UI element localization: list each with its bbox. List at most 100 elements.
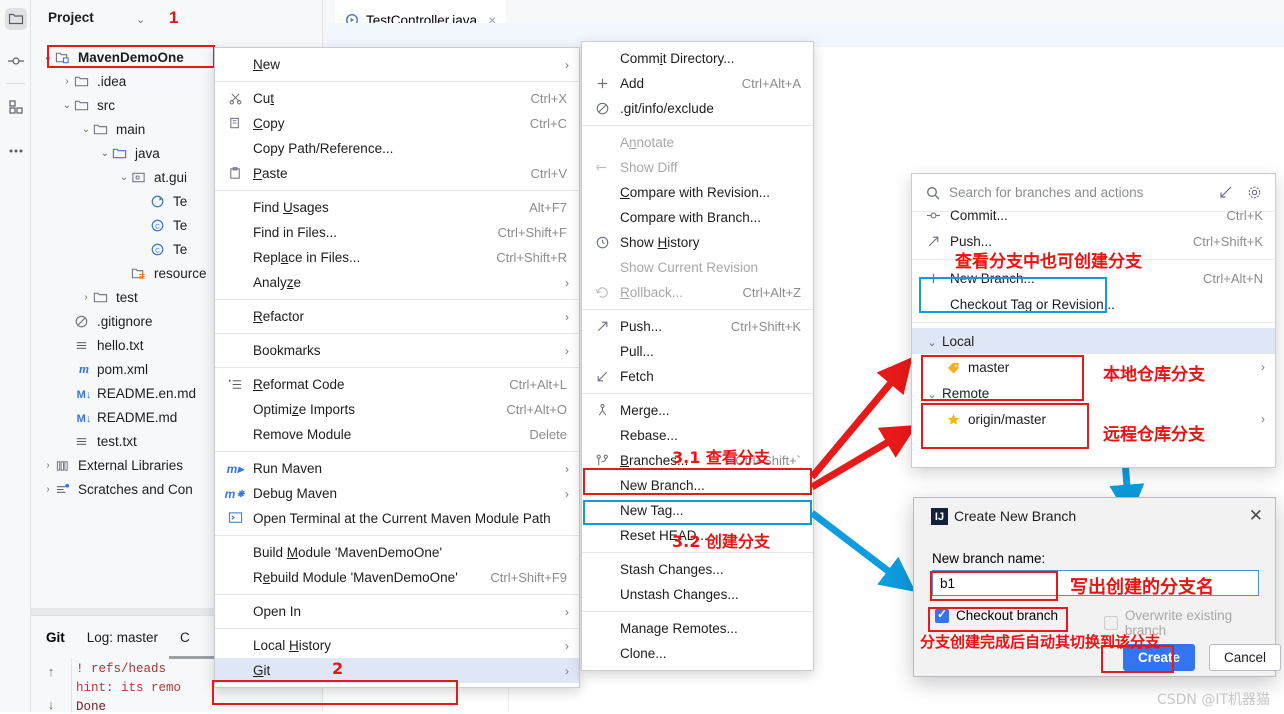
menu-item-clone[interactable]: Clone... bbox=[582, 641, 813, 666]
tree-node-test[interactable]: › test bbox=[79, 285, 137, 309]
menu-item-refactor[interactable]: Refactor › bbox=[215, 304, 579, 329]
left-tool-rail bbox=[0, 0, 31, 712]
chevron-right-icon: › bbox=[1261, 412, 1265, 426]
svg-text:C: C bbox=[155, 223, 160, 230]
expand-icon[interactable] bbox=[1219, 185, 1233, 199]
tree-node-scratches-and-con[interactable]: › Scratches and Con bbox=[41, 477, 193, 501]
tree-node-mavendemoone[interactable]: ⌄ MavenDemoOne bbox=[41, 45, 184, 69]
tree-node-src[interactable]: ⌄ src bbox=[60, 93, 115, 117]
menu-item-replace-in-files[interactable]: Replace in Files... Ctrl+Shift+R bbox=[215, 245, 579, 270]
menu-item-compare-with-revision[interactable]: Compare with Revision... bbox=[582, 180, 813, 205]
branches-item-local[interactable]: ⌄ Local bbox=[912, 328, 1275, 354]
branches-item-remote[interactable]: ⌄ Remote bbox=[912, 380, 1275, 406]
page-title: Project bbox=[48, 10, 94, 25]
git-tab-label[interactable]: Git bbox=[46, 630, 65, 645]
search-input[interactable]: Search for branches and actions bbox=[949, 185, 1143, 200]
twisty-icon[interactable]: ⌄ bbox=[60, 100, 74, 111]
commit-icon[interactable] bbox=[5, 50, 27, 72]
twisty-icon[interactable]: ⌄ bbox=[41, 52, 55, 63]
checkout-branch-checkbox[interactable]: Checkout branch bbox=[935, 607, 1058, 623]
chevron-down-icon[interactable]: ⌄ bbox=[136, 13, 145, 26]
scissors-icon bbox=[227, 91, 243, 106]
menu-item-find-usages[interactable]: Find Usages Alt+F7 bbox=[215, 195, 579, 220]
tree-node-hello-txt[interactable]: hello.txt bbox=[60, 333, 144, 357]
branches-item-master[interactable]: master › bbox=[912, 354, 1275, 380]
twisty-icon[interactable]: ⌄ bbox=[117, 172, 131, 183]
tree-node--gitignore[interactable]: .gitignore bbox=[60, 309, 153, 333]
structure-icon[interactable] bbox=[5, 96, 27, 118]
menu-item-copy[interactable]: Copy Ctrl+C bbox=[215, 111, 579, 136]
branches-item-shortcut: Ctrl+Shift+K bbox=[1192, 233, 1263, 249]
branches-item-commit[interactable]: Commit... Ctrl+K bbox=[912, 202, 1275, 228]
menu-item-git[interactable]: Git › bbox=[215, 658, 579, 683]
menu-item-open-terminal-at-the-current-maven-module-path[interactable]: Open Terminal at the Current Maven Modul… bbox=[215, 506, 579, 531]
tree-node--idea[interactable]: › .idea bbox=[60, 69, 126, 93]
more-icon[interactable] bbox=[5, 140, 27, 162]
menu-item-local-history[interactable]: Local History › bbox=[215, 633, 579, 658]
tree-node-resource[interactable]: resource bbox=[117, 261, 207, 285]
menu-item-bookmarks[interactable]: Bookmarks › bbox=[215, 338, 579, 363]
twisty-icon[interactable]: › bbox=[60, 76, 74, 87]
menu-item-rebuild-module-mavendemoone[interactable]: Rebuild Module 'MavenDemoOne' Ctrl+Shift+… bbox=[215, 565, 579, 590]
tree-node-te[interactable]: C Te bbox=[136, 213, 187, 237]
git-log-tab[interactable]: Log: master bbox=[87, 630, 158, 645]
twisty-icon[interactable]: › bbox=[41, 484, 55, 495]
menu-item-merge[interactable]: Merge... bbox=[582, 398, 813, 423]
menu-item-analyze[interactable]: Analyze › bbox=[215, 270, 579, 295]
arrow-down-icon[interactable]: ↓ bbox=[48, 697, 55, 712]
tree-node-readme-en-md[interactable]: M↓ README.en.md bbox=[60, 381, 196, 405]
menu-item-add[interactable]: Add Ctrl+Alt+A bbox=[582, 71, 813, 96]
tree-node-pom-xml[interactable]: m pom.xml bbox=[60, 357, 148, 381]
menu-item--git-info-exclude[interactable]: .git/info/exclude bbox=[582, 96, 813, 121]
menu-item-optimize-imports[interactable]: Optimize Imports Ctrl+Alt+O bbox=[215, 397, 579, 422]
twisty-icon[interactable]: › bbox=[41, 460, 55, 471]
menu-item-fetch[interactable]: Fetch bbox=[582, 364, 813, 389]
menu-item-find-in-files[interactable]: Find in Files... Ctrl+Shift+F bbox=[215, 220, 579, 245]
git-console-tab[interactable]: C bbox=[180, 630, 190, 645]
menu-item-cut[interactable]: Cut Ctrl+X bbox=[215, 86, 579, 111]
menu-item-label: Copy bbox=[253, 116, 285, 131]
menu-item-compare-with-branch[interactable]: Compare with Branch... bbox=[582, 205, 813, 230]
menu-item-commit-directory[interactable]: Commit Directory... bbox=[582, 46, 813, 71]
tree-node-test-txt[interactable]: test.txt bbox=[60, 429, 137, 453]
arrow-up-icon[interactable]: ↑ bbox=[48, 664, 55, 679]
library-icon bbox=[55, 458, 75, 473]
menu-item-unstash-changes[interactable]: Unstash Changes... bbox=[582, 582, 813, 607]
tree-node-te[interactable]: C Te bbox=[136, 237, 187, 261]
tree-node-main[interactable]: ⌄ main bbox=[79, 117, 145, 141]
menu-item-pull[interactable]: Pull... bbox=[582, 339, 813, 364]
twisty-icon[interactable]: ⌄ bbox=[79, 124, 93, 135]
menu-item-new-branch[interactable]: New Branch... bbox=[582, 473, 813, 498]
tree-node-readme-md[interactable]: M↓ README.md bbox=[60, 405, 178, 429]
folder-icon[interactable] bbox=[5, 8, 27, 30]
menu-item-copy-path-reference[interactable]: Copy Path/Reference... bbox=[215, 136, 579, 161]
twisty-icon[interactable]: › bbox=[79, 292, 93, 303]
tree-node-java[interactable]: ⌄ java bbox=[98, 141, 160, 165]
folder-icon bbox=[74, 98, 94, 113]
menu-item-debug-maven[interactable]: m⁕ Debug Maven › bbox=[215, 481, 579, 506]
gear-icon[interactable] bbox=[1247, 185, 1262, 200]
tree-node-at-gui[interactable]: ⌄ at.gui bbox=[117, 165, 187, 189]
menu-item-build-module-mavendemoone[interactable]: Build Module 'MavenDemoOne' bbox=[215, 540, 579, 565]
cancel-button[interactable]: Cancel bbox=[1209, 644, 1281, 671]
menu-item-push[interactable]: Push... Ctrl+Shift+K bbox=[582, 314, 813, 339]
branches-item-origin-master[interactable]: origin/master › bbox=[912, 406, 1275, 432]
menu-item-show-history[interactable]: Show History bbox=[582, 230, 813, 255]
tree-node-external-libraries[interactable]: › External Libraries bbox=[41, 453, 183, 477]
tree-node-te[interactable]: Te bbox=[136, 189, 187, 213]
annotation-step-3-2: 3.2 创建分支 bbox=[672, 532, 770, 551]
branches-item-checkout-tag-or-revision[interactable]: Checkout Tag or Revision... bbox=[912, 291, 1275, 317]
close-icon[interactable]: ✕ bbox=[1249, 506, 1263, 526]
menu-item-paste[interactable]: Paste Ctrl+V bbox=[215, 161, 579, 186]
chevron-right-icon: › bbox=[565, 604, 569, 619]
menu-item-manage-remotes[interactable]: Manage Remotes... bbox=[582, 616, 813, 641]
menu-item-remove-module[interactable]: Remove Module Delete bbox=[215, 422, 579, 447]
menu-item-new[interactable]: New › bbox=[215, 52, 579, 77]
menu-item-new-tag[interactable]: New Tag... bbox=[582, 498, 813, 523]
twisty-icon[interactable]: ⌄ bbox=[98, 148, 112, 159]
menu-item-stash-changes[interactable]: Stash Changes... bbox=[582, 557, 813, 582]
menu-item-reformat-code[interactable]: Reformat Code Ctrl+Alt+L bbox=[215, 372, 579, 397]
menu-item-open-in[interactable]: Open In › bbox=[215, 599, 579, 624]
tree-node-label: MavenDemoOne bbox=[78, 49, 184, 65]
menu-item-run-maven[interactable]: m▸ Run Maven › bbox=[215, 456, 579, 481]
